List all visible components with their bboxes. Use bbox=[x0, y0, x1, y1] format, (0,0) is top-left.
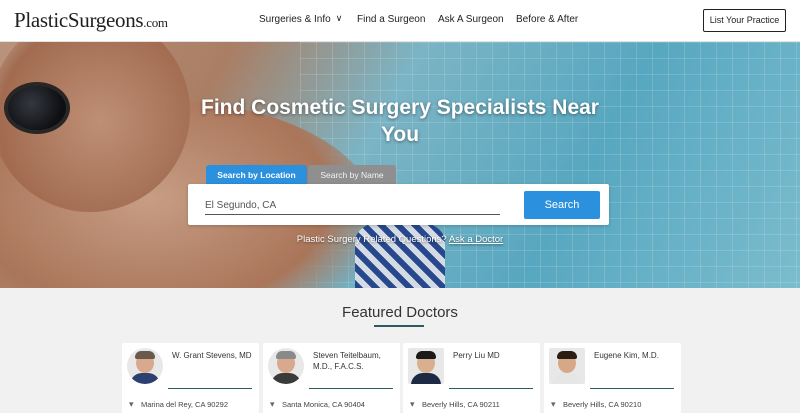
doctor-name[interactable]: Steven Teitelbaum, M.D., F.A.C.S. bbox=[313, 350, 397, 372]
doctor-card[interactable]: W. Grant Stevens, MD ▾ Marina del Rey, C… bbox=[122, 343, 259, 413]
tab-search-by-location[interactable]: Search by Location bbox=[206, 165, 307, 185]
nav-surgeries-info[interactable]: Surgeries & Info ∨ bbox=[259, 13, 343, 25]
tab-search-by-name[interactable]: Search by Name bbox=[308, 165, 396, 185]
nav-ask-surgeon[interactable]: Ask A Surgeon bbox=[438, 14, 504, 25]
doctor-card[interactable]: Perry Liu MD ▾ Beverly Hills, CA 90211 bbox=[403, 343, 540, 413]
list-practice-button[interactable]: List Your Practice bbox=[703, 9, 786, 32]
featured-doctors-heading: Featured Doctors bbox=[342, 304, 458, 321]
doctor-card[interactable]: Steven Teitelbaum, M.D., F.A.C.S. ▾ Sant… bbox=[263, 343, 400, 413]
doctor-name[interactable]: W. Grant Stevens, MD bbox=[172, 350, 256, 361]
search-panel: Search bbox=[188, 184, 609, 225]
doctor-location: Marina del Rey, CA 90292 bbox=[141, 400, 228, 409]
hero-banner: Find Cosmetic Surgery Specialists Near Y… bbox=[0, 42, 800, 288]
map-pin-icon: ▾ bbox=[129, 399, 134, 409]
heading-underline bbox=[374, 325, 424, 327]
nav-find-surgeon[interactable]: Find a Surgeon bbox=[357, 14, 425, 25]
question-text: Plastic Surgery Related Questions? bbox=[296, 234, 447, 245]
map-pin-icon: ▾ bbox=[410, 399, 415, 409]
doctor-card[interactable]: Eugene Kim, M.D. ▾ Beverly Hills, CA 902… bbox=[544, 343, 681, 413]
site-header: PlasticSurgeons.com Surgeries & Info ∨ Fi… bbox=[0, 0, 800, 42]
map-pin-icon: ▾ bbox=[270, 399, 275, 409]
doctor-location: Beverly Hills, CA 90210 bbox=[563, 400, 642, 409]
doctor-name[interactable]: Eugene Kim, M.D. bbox=[594, 350, 678, 361]
ask-doctor-link[interactable]: Ask a Doctor bbox=[449, 234, 503, 245]
site-logo[interactable]: PlasticSurgeons.com bbox=[14, 8, 168, 33]
doctor-avatar bbox=[549, 348, 585, 384]
doctor-name[interactable]: Perry Liu MD bbox=[453, 350, 537, 361]
doctor-avatar bbox=[408, 348, 444, 384]
nav-before-after[interactable]: Before & After bbox=[516, 14, 578, 25]
search-button[interactable]: Search bbox=[524, 191, 600, 219]
chevron-down-icon: ∨ bbox=[335, 13, 343, 23]
doctor-location: Beverly Hills, CA 90211 bbox=[422, 400, 500, 409]
doctor-avatar bbox=[268, 348, 304, 384]
doctor-avatar bbox=[127, 348, 163, 384]
map-pin-icon: ▾ bbox=[551, 399, 556, 409]
hero-title: Find Cosmetic Surgery Specialists Near Y… bbox=[201, 96, 599, 146]
nav-label: Surgeries & Info bbox=[259, 14, 331, 25]
ask-question-line: Plastic Surgery Related Questions? Ask a… bbox=[200, 234, 600, 245]
doctor-location: Santa Monica, CA 90404 bbox=[282, 400, 365, 409]
location-search-input[interactable] bbox=[205, 196, 500, 215]
